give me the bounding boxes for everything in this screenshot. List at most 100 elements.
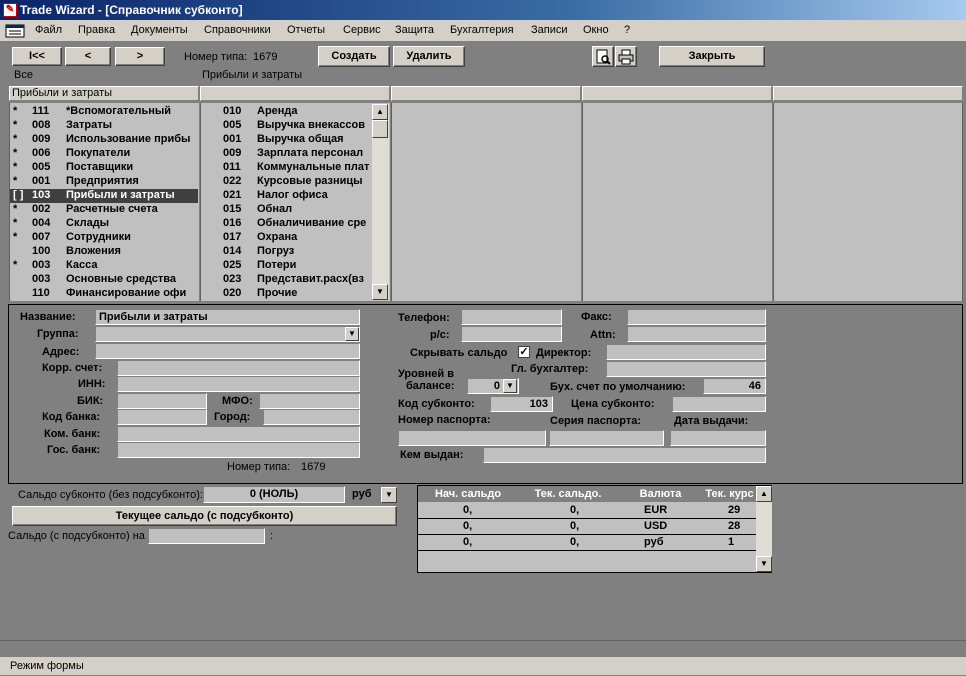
fax-field[interactable] xyxy=(627,309,766,325)
group-list-item[interactable]: * 007 Сотрудники xyxy=(10,231,198,245)
grid-row[interactable]: 0, 0, USD 28 xyxy=(418,519,756,535)
group-list-item[interactable]: * 009 Использование прибы xyxy=(10,133,198,147)
menu-help[interactable]: ? xyxy=(624,24,630,36)
print-button[interactable] xyxy=(615,46,637,67)
scroll-down-button[interactable]: ▼ xyxy=(372,284,388,300)
director-field[interactable] xyxy=(606,344,766,360)
bank-code-field[interactable] xyxy=(117,409,207,425)
rs-field[interactable] xyxy=(461,326,562,342)
subconto-list-item[interactable]: 021 Налог офиса xyxy=(201,189,372,203)
group-list[interactable]: * 111 *Вспомогательный * 008 Затраты * 009 Испол… xyxy=(9,103,199,301)
subconto-list-item[interactable]: 014 Погруз xyxy=(201,245,372,259)
default-account-field[interactable]: 46 xyxy=(703,378,766,394)
grid-row[interactable]: 0, 0, руб 1 xyxy=(418,535,756,551)
grid-row[interactable]: 0, 0, EUR 29 xyxy=(418,503,756,519)
scroll-up-button[interactable]: ▲ xyxy=(372,104,388,120)
menu-documents[interactable]: Документы xyxy=(131,24,188,36)
subconto-list[interactable]: 010 Аренда 005 Выручка внекассов 001 Выручка … xyxy=(200,103,390,301)
group-list-item[interactable]: * 004 Склады xyxy=(10,217,198,231)
menu-directories[interactable]: Справочники xyxy=(204,24,271,36)
subconto-list-item[interactable]: 022 Курсовые разницы xyxy=(201,175,372,189)
group-list-item[interactable]: * 001 Предприятия xyxy=(10,175,198,189)
list-item-name: Выручка внекассов xyxy=(257,119,365,131)
issue-date-field[interactable] xyxy=(670,430,766,446)
issuer-field[interactable] xyxy=(483,447,766,463)
grid-cell: EUR xyxy=(644,504,668,516)
current-balance-button[interactable]: Текущее сальдо (с подсубконто) xyxy=(12,506,397,526)
document-icon[interactable] xyxy=(4,23,26,39)
currency-grid[interactable]: Нач. сальдо Тек. сальдо. Валюта Тек. кур… xyxy=(417,485,772,573)
menu-service[interactable]: Сервис xyxy=(343,24,381,36)
com-bank-field[interactable] xyxy=(117,426,360,442)
prev-record-button[interactable]: < xyxy=(65,47,111,66)
subconto-list-item[interactable]: 025 Потери xyxy=(201,259,372,273)
group-list-item[interactable]: * 002 Расчетные счета xyxy=(10,203,198,217)
delete-button[interactable]: Удалить xyxy=(393,46,465,67)
subconto-list-item[interactable]: 010 Аренда xyxy=(201,105,372,119)
mfo-field[interactable] xyxy=(259,393,360,409)
menu-records[interactable]: Записи xyxy=(531,24,568,36)
levels-chevron-down-icon[interactable]: ▼ xyxy=(503,379,517,393)
create-button[interactable]: Создать xyxy=(318,46,390,67)
breadcrumb-all[interactable]: Все xyxy=(14,69,33,81)
subconto-code-field[interactable]: 103 xyxy=(490,396,553,412)
accountant-label: Гл. бухгалтер: xyxy=(511,363,589,375)
menu-reports[interactable]: Отчеты xyxy=(287,24,325,36)
group-list-item[interactable]: 003 Основные средства xyxy=(10,273,198,287)
subconto-list-item[interactable]: 017 Охрана xyxy=(201,231,372,245)
subconto-list-item[interactable]: 009 Зарплата персонал xyxy=(201,147,372,161)
menu-file[interactable]: Файл xyxy=(35,24,62,36)
close-button[interactable]: Закрыть xyxy=(659,46,765,67)
subconto-list-item[interactable]: 005 Выручка внекассов xyxy=(201,119,372,133)
first-record-button[interactable]: I<< xyxy=(12,47,62,66)
menu-edit[interactable]: Правка xyxy=(78,24,115,36)
issue-date-label: Дата выдачи: xyxy=(674,415,749,427)
bik-field[interactable] xyxy=(117,393,207,409)
phone-field[interactable] xyxy=(461,309,562,325)
sub-balance-date-field[interactable] xyxy=(148,528,265,544)
subconto-list-item[interactable]: 015 Обнал xyxy=(201,203,372,217)
preview-button[interactable] xyxy=(592,46,614,67)
group-list-item[interactable]: * 005 Поставщики xyxy=(10,161,198,175)
currency-chevron-down-icon[interactable]: ▼ xyxy=(381,487,397,503)
address-field[interactable] xyxy=(95,343,360,359)
attn-field[interactable] xyxy=(627,326,766,342)
grid-scroll-up-button[interactable]: ▲ xyxy=(756,486,772,502)
passport-series-field[interactable] xyxy=(549,430,664,446)
subconto-list-item[interactable]: 020 Прочие xyxy=(201,287,372,301)
subconto-list-item[interactable]: 001 Выручка общая xyxy=(201,133,372,147)
next-record-button[interactable]: > xyxy=(115,47,165,66)
group-select[interactable]: ▼ xyxy=(95,326,360,342)
rs-label: р/с: xyxy=(430,329,450,341)
name-field[interactable]: Прибыли и затраты xyxy=(95,309,360,325)
subconto-list-item[interactable]: 023 Представит.расх(вз xyxy=(201,273,372,287)
subconto-price-field[interactable] xyxy=(672,396,766,412)
group-list-item[interactable]: * 003 Касса xyxy=(10,259,198,273)
scroll-thumb[interactable] xyxy=(372,120,388,138)
menu-window[interactable]: Окно xyxy=(583,24,609,36)
passport-number-field[interactable] xyxy=(398,430,546,446)
corr-account-field[interactable] xyxy=(117,360,360,376)
grid-scrollbar[interactable]: ▲ ▼ xyxy=(756,486,772,572)
group-list-item[interactable]: 110 Финансирование офи xyxy=(10,287,198,301)
subconto-list-item[interactable]: 011 Коммунальные плат xyxy=(201,161,372,175)
group-list-item[interactable]: * 008 Затраты xyxy=(10,119,198,133)
menu-security[interactable]: Защита xyxy=(395,24,434,36)
inn-field[interactable] xyxy=(117,376,360,392)
city-field[interactable] xyxy=(263,409,360,425)
accountant-field[interactable] xyxy=(606,361,766,377)
hide-balance-checkbox[interactable]: ✓ xyxy=(518,346,530,358)
gov-bank-field[interactable] xyxy=(117,442,360,458)
grid-scroll-down-button[interactable]: ▼ xyxy=(756,556,772,572)
group-list-item[interactable]: 100 Вложения xyxy=(10,245,198,259)
balance-currency: руб xyxy=(352,488,372,500)
group-list-item[interactable]: * 111 *Вспомогательный xyxy=(10,105,198,119)
group-list-item[interactable]: * 006 Покупатели xyxy=(10,147,198,161)
chevron-down-icon[interactable]: ▼ xyxy=(345,327,359,341)
menu-accounting[interactable]: Бухгалтерия xyxy=(450,24,514,36)
issuer-label: Кем выдан: xyxy=(400,449,464,461)
group-list-item[interactable]: [ ] 103 Прибыли и затраты xyxy=(10,189,198,203)
subconto-scrollbar[interactable]: ▲ ▼ xyxy=(372,104,389,300)
subconto-list-item[interactable]: 016 Обналичивание сре xyxy=(201,217,372,231)
breadcrumb-current[interactable]: Прибыли и затраты xyxy=(202,69,302,81)
